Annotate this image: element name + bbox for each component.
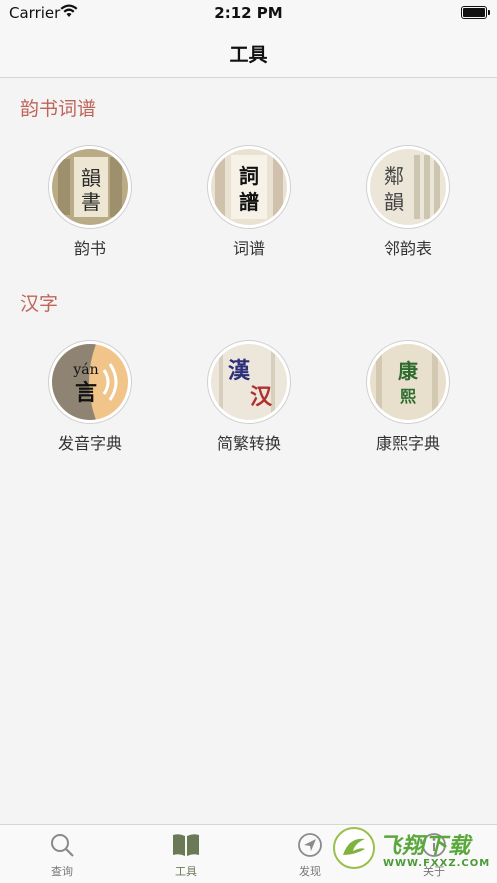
tool-glyph: 詞 [239,164,259,188]
tool-kangxi[interactable]: 康 熙 康熙字典 [353,340,463,454]
rhyme-book-icon: 韻 書 [52,149,128,225]
tool-glyph: 熙 [400,387,416,406]
tool-glyph: yán [72,362,98,378]
clock: 2:12 PM [214,4,283,22]
tool-glyph: 康 [398,359,419,383]
kangxi-icon: 康 熙 [370,344,446,420]
tool-label: 康熙字典 [375,434,440,453]
tab-label: 工具 [175,865,197,878]
watermark-brand: 飞翔下载 [379,834,472,859]
tab-search[interactable]: 查询 [12,831,112,879]
tool-glyph: 鄰 [384,164,404,188]
tab-tools[interactable]: 工具 [136,831,236,879]
watermark-url: WWW.FXXZ.COM [383,858,491,869]
watermark-logo-icon [333,827,375,869]
tool-label: 邻韵表 [383,239,432,258]
ci-pu-icon: 詞 譜 [211,149,287,225]
tool-glyph: 譜 [239,190,259,214]
tab-label: 查询 [51,865,73,878]
section-title-rhyme: 韵书词谱 [20,98,97,120]
tool-label: 韵书 [73,239,106,258]
tool-pronunciation[interactable]: yán 言 发音字典 [35,340,145,454]
tool-glyph: 韻 [384,190,404,214]
tool-label: 词谱 [232,239,265,258]
tool-glyph: 韻 [81,166,101,190]
tool-glyph: 言 [75,380,97,406]
search-icon [51,834,74,857]
navigation-bar: 工具 [0,26,497,78]
status-bar: Carrier 2:12 PM [0,0,497,26]
watermark: 飞翔下载 WWW.FXXZ.COM [333,826,493,876]
convert-icon: 漢 汉 [211,344,287,420]
tool-glyph: 書 [81,190,101,214]
tool-rhyme-book[interactable]: 韻 書 韵书 [35,145,145,259]
tool-convert[interactable]: 漢 汉 简繁转换 [194,340,304,454]
page-title: 工具 [229,44,268,66]
tool-glyph: 漢 [228,358,251,384]
tool-ci-pu[interactable]: 詞 譜 词谱 [194,145,304,259]
battery-icon [461,6,490,19]
tool-glyph: 汉 [250,384,273,410]
compass-icon [298,833,322,857]
tool-neighbor-rhyme[interactable]: 鄰 韻 邻韵表 [353,145,463,259]
neighbor-rhyme-icon: 鄰 韻 [370,149,446,225]
tool-label: 发音字典 [57,434,122,453]
pronunciation-icon: yán 言 [52,344,128,420]
section-title-hanzi: 汉字 [20,293,59,315]
tool-label: 简繁转换 [216,434,281,453]
book-icon [173,834,199,856]
